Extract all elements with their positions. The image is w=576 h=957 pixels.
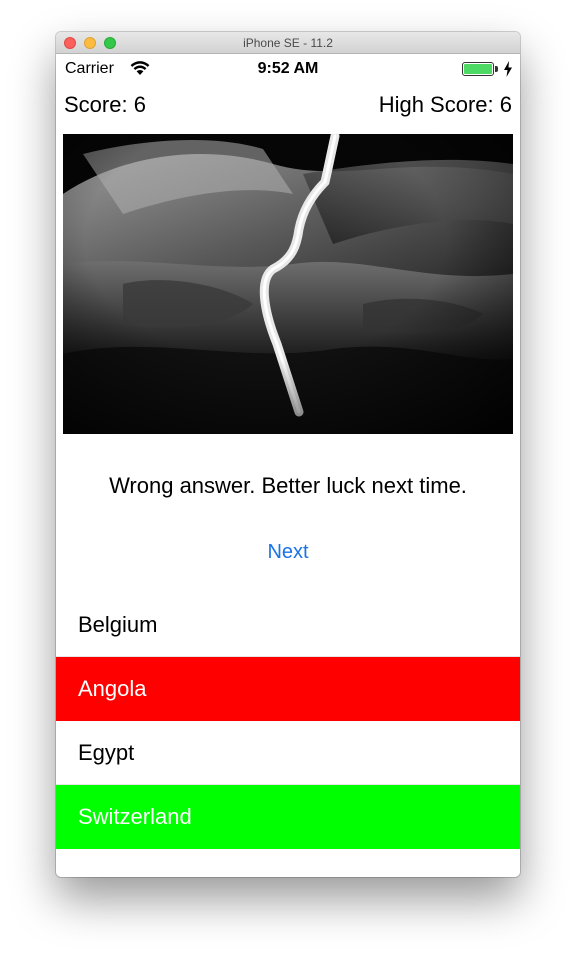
- answer-list: Belgium Angola Egypt Switzerland: [56, 593, 520, 849]
- battery-icon: [462, 62, 494, 76]
- answer-option-belgium[interactable]: Belgium: [56, 593, 520, 657]
- high-score-label: High Score: 6: [378, 92, 512, 117]
- window-title: iPhone SE - 11.2: [243, 36, 333, 50]
- charging-bolt-icon: [503, 61, 513, 77]
- answer-option-egypt[interactable]: Egypt: [56, 721, 520, 785]
- quiz-photo: [63, 134, 513, 434]
- next-button[interactable]: Next: [238, 538, 338, 566]
- status-time: 9:52 AM: [257, 60, 319, 77]
- score-label: Score: 6: [64, 92, 146, 117]
- answer-option-switzerland[interactable]: Switzerland: [56, 785, 520, 849]
- title-bar[interactable]: iPhone SE - 11.2: [56, 32, 520, 54]
- status-bar: Carrier 9:52 AM: [56, 54, 520, 86]
- simulator-window: iPhone SE - 11.2 Carrier 9:52 AM Score: …: [56, 32, 520, 877]
- answer-feedback: Wrong answer. Better luck next time.: [109, 473, 467, 498]
- battery-cap: [495, 66, 498, 72]
- battery-level: [464, 64, 492, 74]
- photo-icon: [63, 134, 513, 434]
- answer-option-angola[interactable]: Angola: [56, 657, 520, 721]
